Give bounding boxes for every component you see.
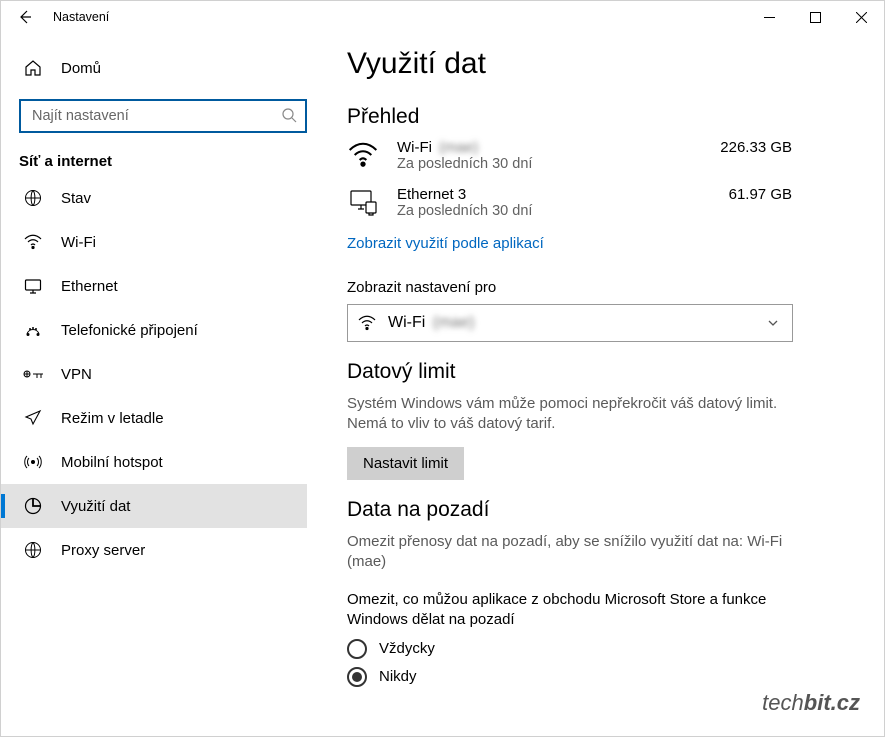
radio-never[interactable]: Nikdy [347, 667, 862, 687]
minimize-icon [764, 12, 775, 23]
wifi-icon [358, 314, 376, 332]
minimize-button[interactable] [746, 1, 792, 33]
sidebar-item-wifi[interactable]: Wi-Fi [19, 220, 323, 264]
chevron-down-icon [766, 316, 780, 330]
overview-row-wifi: Wi-Fi (mae) Za posledních 30 dní 226.33 … [347, 139, 862, 172]
network-dropdown[interactable]: Wi-Fi (mae) [347, 304, 793, 342]
main-content: Využití dat Přehled Wi-Fi (mae) Za posle… [323, 33, 884, 736]
sidebar-item-airplane[interactable]: Režim v letadle [19, 396, 323, 440]
sidebar-item-hotspot[interactable]: Mobilní hotspot [19, 440, 323, 484]
overview-sub: Za posledních 30 dní [397, 203, 711, 219]
maximize-icon [810, 12, 821, 23]
vpn-icon [23, 364, 43, 384]
sidebar-category: Síť a internet [19, 153, 323, 170]
back-button[interactable] [11, 3, 39, 31]
overview-row-ethernet: Ethernet 3 Za posledních 30 dní 61.97 GB [347, 186, 862, 219]
overview-value: 61.97 GB [729, 186, 862, 203]
window-title: Nastavení [53, 10, 109, 24]
sidebar-item-label: Domů [61, 60, 101, 77]
sidebar-item-label: Mobilní hotspot [61, 454, 163, 471]
data-limit-desc: Systém Windows vám může pomoci nepřekroč… [347, 394, 797, 435]
wifi-icon [23, 232, 43, 252]
per-app-usage-link[interactable]: Zobrazit využití podle aplikací [347, 235, 544, 252]
close-button[interactable] [838, 1, 884, 33]
sidebar-item-label: Proxy server [61, 542, 145, 559]
sidebar-item-datausage[interactable]: Využití dat [1, 484, 307, 528]
globe-icon [23, 188, 43, 208]
window-controls [746, 1, 884, 33]
sidebar: Domů Síť a internet Stav Wi-Fi Ethernet … [1, 33, 323, 736]
overview-name: Ethernet 3 [397, 186, 711, 203]
overview-sub: Za posledních 30 dní [397, 156, 702, 172]
sidebar-item-label: VPN [61, 366, 92, 383]
page-title: Využití dat [347, 47, 862, 81]
radio-label: Nikdy [379, 668, 417, 685]
blurred-ssid: (mae) [430, 314, 478, 332]
radio-label: Vždycky [379, 640, 435, 657]
sidebar-item-label: Režim v letadle [61, 410, 164, 427]
data-limit-heading: Datový limit [347, 360, 862, 384]
titlebar: Nastavení [1, 1, 884, 33]
home-icon [23, 58, 43, 78]
sidebar-item-label: Wi-Fi [61, 234, 96, 251]
sidebar-item-label: Využití dat [61, 498, 130, 515]
sidebar-item-vpn[interactable]: VPN [19, 352, 323, 396]
background-data-desc: Omezit přenosy dat na pozadí, aby se sní… [347, 532, 797, 573]
dropdown-value: Wi-Fi (mae) [388, 314, 478, 332]
ethernet-icon [23, 276, 43, 296]
background-limit-label: Omezit, co můžou aplikace z obchodu Micr… [347, 590, 787, 631]
sidebar-item-proxy[interactable]: Proxy server [19, 528, 323, 572]
sidebar-item-label: Ethernet [61, 278, 118, 295]
background-data-heading: Data na pozadí [347, 498, 862, 522]
overview-heading: Přehled [347, 105, 862, 129]
proxy-icon [23, 540, 43, 560]
hotspot-icon [23, 452, 43, 472]
datausage-icon [23, 496, 43, 516]
wifi-icon [347, 139, 379, 171]
airplane-icon [23, 408, 43, 428]
overview-value: 226.33 GB [720, 139, 862, 156]
overview-name: Wi-Fi (mae) [397, 139, 702, 156]
dialup-icon [23, 320, 43, 340]
radio-icon [347, 667, 367, 687]
sidebar-item-home[interactable]: Domů [19, 49, 323, 87]
set-limit-button[interactable]: Nastavit limit [347, 447, 464, 480]
watermark: techbit.cz [762, 690, 860, 716]
maximize-button[interactable] [792, 1, 838, 33]
radio-always[interactable]: Vždycky [347, 639, 862, 659]
close-icon [856, 12, 867, 23]
sidebar-item-dialup[interactable]: Telefonické připojení [19, 308, 323, 352]
arrow-left-icon [17, 9, 33, 25]
sidebar-item-label: Stav [61, 190, 91, 207]
search-input[interactable] [19, 99, 307, 133]
radio-icon [347, 639, 367, 659]
search-icon [281, 107, 297, 123]
search-field[interactable] [19, 99, 307, 133]
blurred-ssid: (mae) [436, 139, 481, 156]
show-settings-for-label: Zobrazit nastavení pro [347, 279, 862, 296]
sidebar-item-ethernet[interactable]: Ethernet [19, 264, 323, 308]
sidebar-item-status[interactable]: Stav [19, 176, 323, 220]
ethernet-lg-icon [347, 186, 379, 218]
sidebar-item-label: Telefonické připojení [61, 322, 198, 339]
